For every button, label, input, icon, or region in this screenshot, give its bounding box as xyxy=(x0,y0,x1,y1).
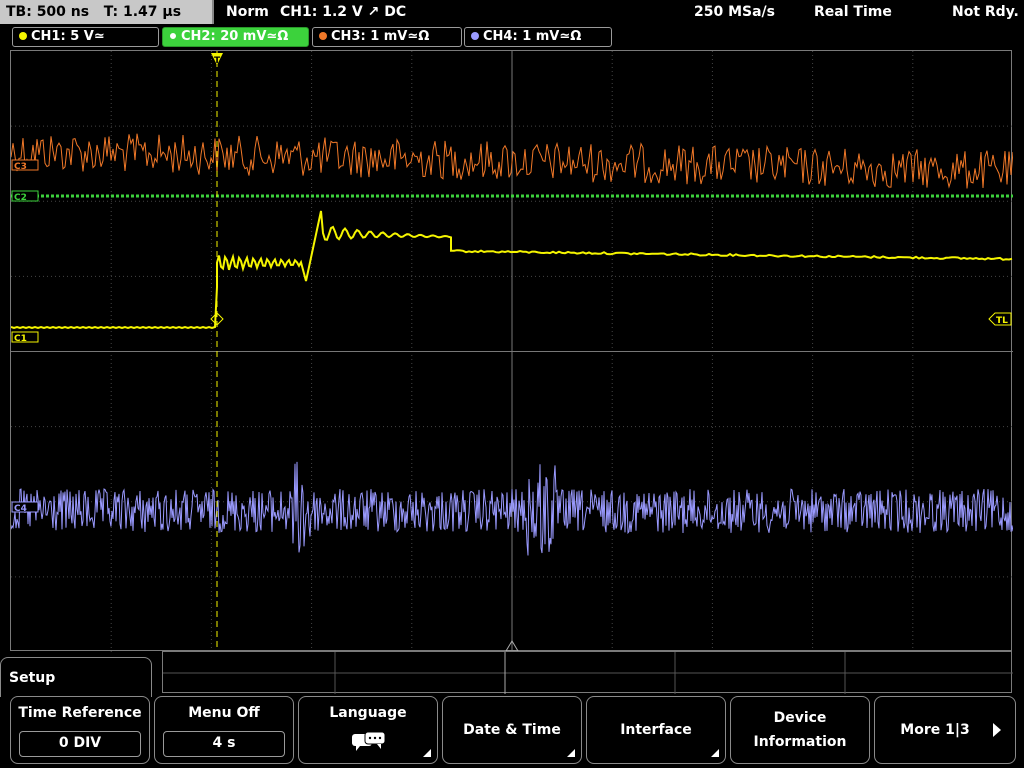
acquisition-mode: Real Time xyxy=(814,4,892,20)
ch2-color-icon xyxy=(169,32,177,40)
interface-button[interactable]: Interface xyxy=(586,696,726,764)
timebase-readout: TB: 500 ns xyxy=(6,4,90,20)
more-button[interactable]: More 1|3 xyxy=(874,696,1016,764)
device-information-button[interactable]: Device Information xyxy=(730,696,870,764)
device-information-label: Device Information xyxy=(753,710,847,750)
ch3-label: CH3: 1 mV≃Ω xyxy=(331,29,430,44)
language-button[interactable]: Language xyxy=(298,696,438,764)
menu-off-button[interactable]: Menu Off 4 s xyxy=(154,696,294,764)
ch3-color-icon xyxy=(319,32,327,40)
submenu-indicator-icon xyxy=(423,749,431,757)
tab-ch1[interactable]: CH1: 5 V≃ xyxy=(12,27,159,47)
trigger-mode[interactable]: Norm xyxy=(226,0,269,24)
waveform-display[interactable]: T C3 C2 C1 C4 TL xyxy=(10,50,1013,652)
submenu-indicator-icon xyxy=(567,749,575,757)
waveform-canvas: T C3 C2 C1 C4 TL xyxy=(11,51,1013,652)
trigger-level-marker-label: TL xyxy=(996,316,1008,326)
next-page-icon xyxy=(993,723,1001,737)
ch1-offset-marker: C1 xyxy=(14,334,27,344)
interface-label: Interface xyxy=(620,722,692,738)
time-reference-button[interactable]: Time Reference 0 DIV xyxy=(10,696,150,764)
ch1-label: CH1: 5 V≃ xyxy=(31,29,105,44)
date-time-button[interactable]: Date & Time xyxy=(442,696,582,764)
time-reference-value: 0 DIV xyxy=(19,731,141,757)
trigger-marker-label: T xyxy=(214,56,221,66)
menu-off-label: Menu Off xyxy=(188,705,260,721)
more-label: More 1|3 xyxy=(900,722,970,738)
ch1-color-icon xyxy=(19,32,27,40)
language-label: Language xyxy=(329,705,407,721)
trigger-time-readout: T: 1.47 µs xyxy=(103,4,182,20)
timebase-box[interactable]: TB: 500 ns T: 1.47 µs xyxy=(0,0,214,24)
acquisition-state: Not Rdy. xyxy=(952,4,1019,20)
strip-grid xyxy=(163,652,1013,694)
submenu-indicator-icon xyxy=(711,749,719,757)
ch4-offset-marker: C4 xyxy=(14,504,27,514)
ch2-label: CH2: 20 mV≃Ω xyxy=(181,29,289,44)
tab-ch2[interactable]: CH2: 20 mV≃Ω xyxy=(162,27,309,47)
tab-ch3[interactable]: CH3: 1 mV≃Ω xyxy=(312,27,462,47)
ch4-label: CH4: 1 mV≃Ω xyxy=(483,29,582,44)
ch4-color-icon xyxy=(471,32,479,40)
ch2-offset-marker: C2 xyxy=(14,193,27,203)
time-reference-label: Time Reference xyxy=(18,705,142,721)
tab-ch4[interactable]: CH4: 1 mV≃Ω xyxy=(464,27,612,47)
date-time-label: Date & Time xyxy=(463,722,561,738)
speech-bubbles-icon xyxy=(352,731,386,751)
scroll-strip xyxy=(162,651,1013,694)
status-bar: TB: 500 ns T: 1.47 µs Norm CH1: 1.2 V ↗ … xyxy=(0,0,1024,24)
trigger-info[interactable]: CH1: 1.2 V ↗ DC xyxy=(280,0,406,24)
sample-rate: 250 MSa/s xyxy=(694,4,776,20)
menu-title: Setup xyxy=(0,657,152,697)
channel-tabs: CH1: 5 V≃ CH2: 20 mV≃Ω CH3: 1 mV≃Ω CH4: … xyxy=(0,27,1024,47)
menu-off-value: 4 s xyxy=(163,731,285,757)
ch3-offset-marker: C3 xyxy=(14,162,27,172)
